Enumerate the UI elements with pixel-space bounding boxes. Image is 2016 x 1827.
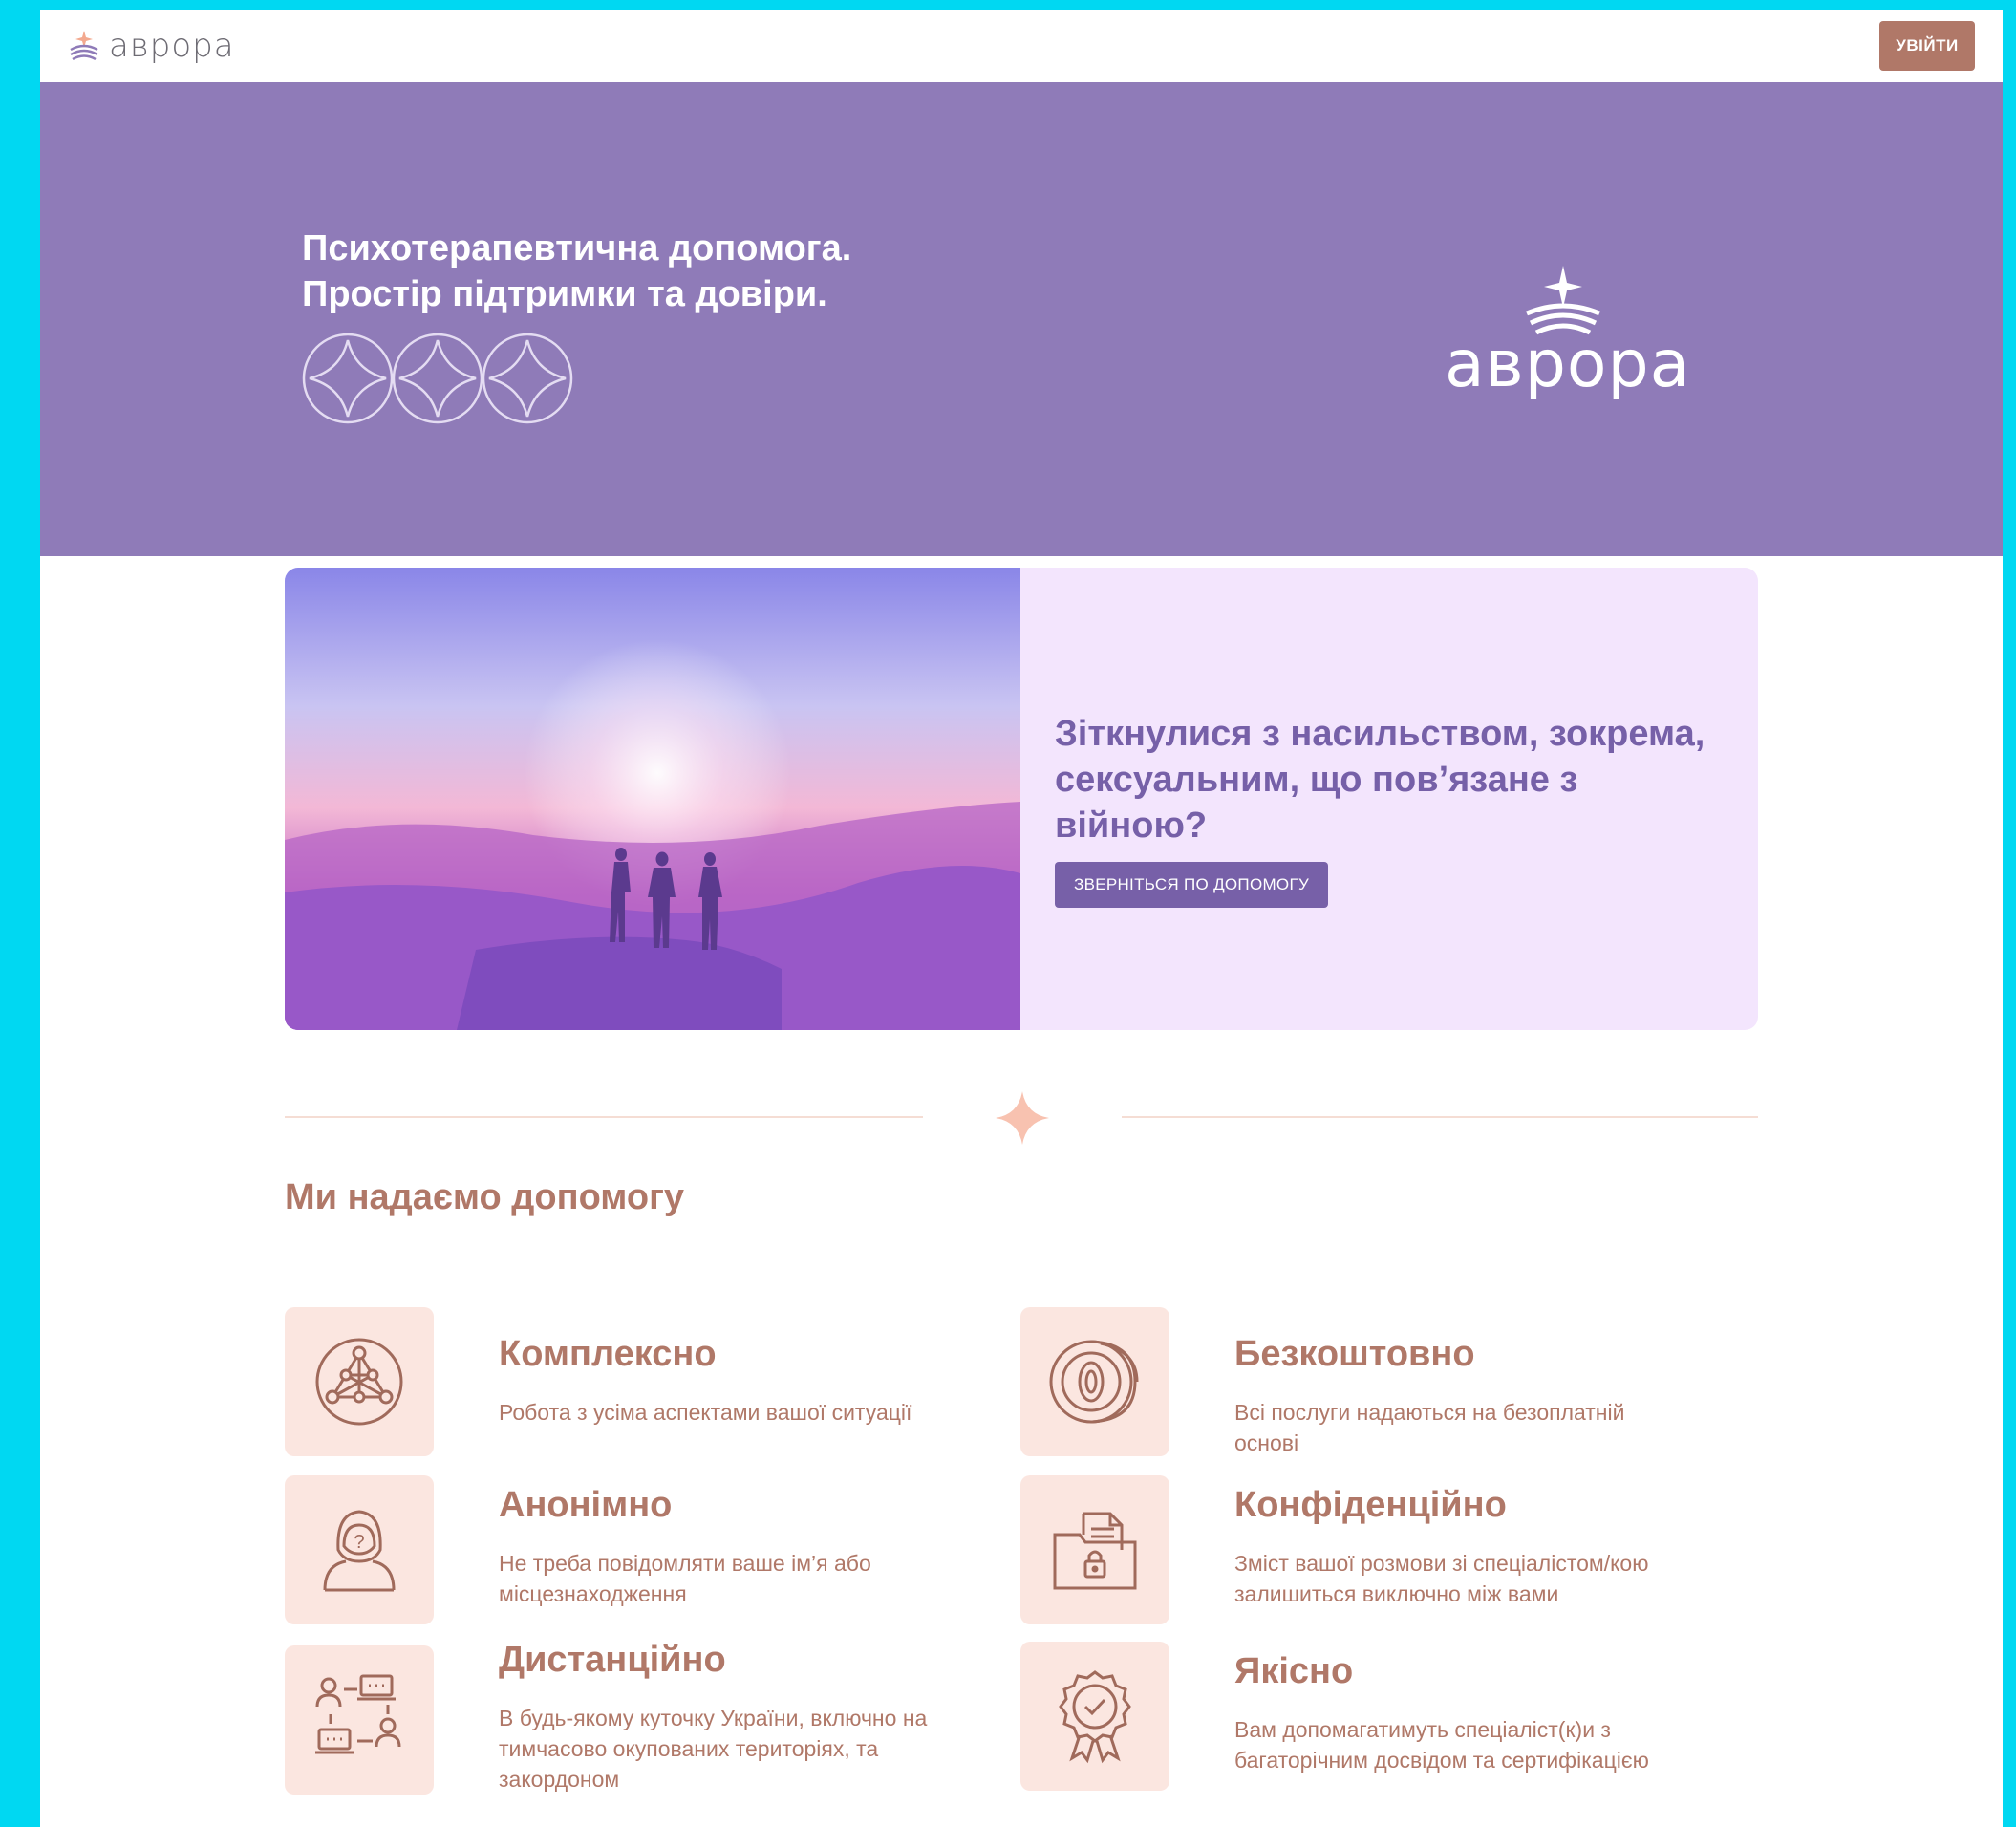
hero-section: Психотерапевтична допомога. Простір підт… (40, 82, 2003, 556)
help-banner: Зіткнулися з насильством, зокрема, сексу… (285, 568, 1758, 1030)
divider-line (1122, 1116, 1758, 1118)
hero-title-line2: Простір підтримки та довіри. (302, 274, 827, 314)
feature-icon-box (285, 1307, 434, 1456)
feature-icon-box (1020, 1475, 1169, 1624)
feature-description: Вам допомагатимуть спеціаліст(к)и з бага… (1234, 1717, 1649, 1773)
brand-logo[interactable]: аврора (67, 27, 235, 65)
feature-title: Комплексно (499, 1334, 717, 1374)
coin-zero-icon (1049, 1340, 1139, 1424)
feature-description: Всі послуги надаються на безоплатній осн… (1234, 1400, 1625, 1455)
anonymous-person-icon: ? (323, 1510, 396, 1592)
hero-title-line1: Психотерапевтична допомога. (302, 228, 852, 269)
feature-description: Робота з усіма аспектами вашої ситуації (499, 1400, 912, 1425)
brand-name: аврора (109, 27, 235, 65)
login-button[interactable]: УВІЙТИ (1879, 21, 1975, 71)
feature-icon-box: ? (285, 1475, 434, 1624)
feature-icon-box (285, 1645, 434, 1795)
hero-logo-text: аврора (1445, 327, 1691, 402)
star-icon (996, 1091, 1049, 1145)
feature-title: Якісно (1234, 1651, 1354, 1691)
feature-icon-box (1020, 1307, 1169, 1456)
feature-description: Не треба повідомляти ваше ім’я або місце… (499, 1551, 871, 1606)
certificate-badge-icon (1059, 1670, 1131, 1764)
banner-text: Зіткнулися з насильством, зокрема, сексу… (1055, 711, 1724, 908)
decorative-circles-icon (302, 333, 573, 424)
sunrise-people-image (285, 568, 1020, 1030)
banner-heading: Зіткнулися з насильством, зокрема, сексу… (1055, 714, 1705, 846)
feature-description: Зміст вашої розмови зі спеціалістом/кою … (1234, 1551, 1649, 1606)
network-icon (315, 1338, 403, 1426)
feature-title: Безкоштовно (1234, 1334, 1475, 1374)
feature-title: Конфіденційно (1234, 1485, 1507, 1525)
locked-folder-icon (1053, 1512, 1137, 1590)
hero-title: Психотерапевтична допомога. Простір підт… (302, 226, 851, 317)
feature-description: В будь-якому куточку України, включно на… (499, 1706, 928, 1792)
hero-logo: аврора (1445, 264, 1689, 402)
divider-line (285, 1116, 923, 1118)
get-help-button[interactable]: ЗВЕРНІТЬСЯ ПО ДОПОМОГУ (1055, 862, 1329, 908)
page: аврора УВІЙТИ Психотерапевтична допомога… (40, 10, 2003, 1827)
feature-title: Анонімно (499, 1485, 673, 1525)
feature-icon-box (1020, 1642, 1169, 1791)
svg-text:?: ? (354, 1532, 364, 1553)
remote-chat-icon (315, 1674, 401, 1754)
top-bar: аврора УВІЙТИ (40, 10, 2003, 82)
aurora-logo-icon (70, 31, 98, 61)
section-title: Ми надаємо допомогу (285, 1177, 685, 1217)
feature-title: Дистанційно (499, 1640, 726, 1680)
